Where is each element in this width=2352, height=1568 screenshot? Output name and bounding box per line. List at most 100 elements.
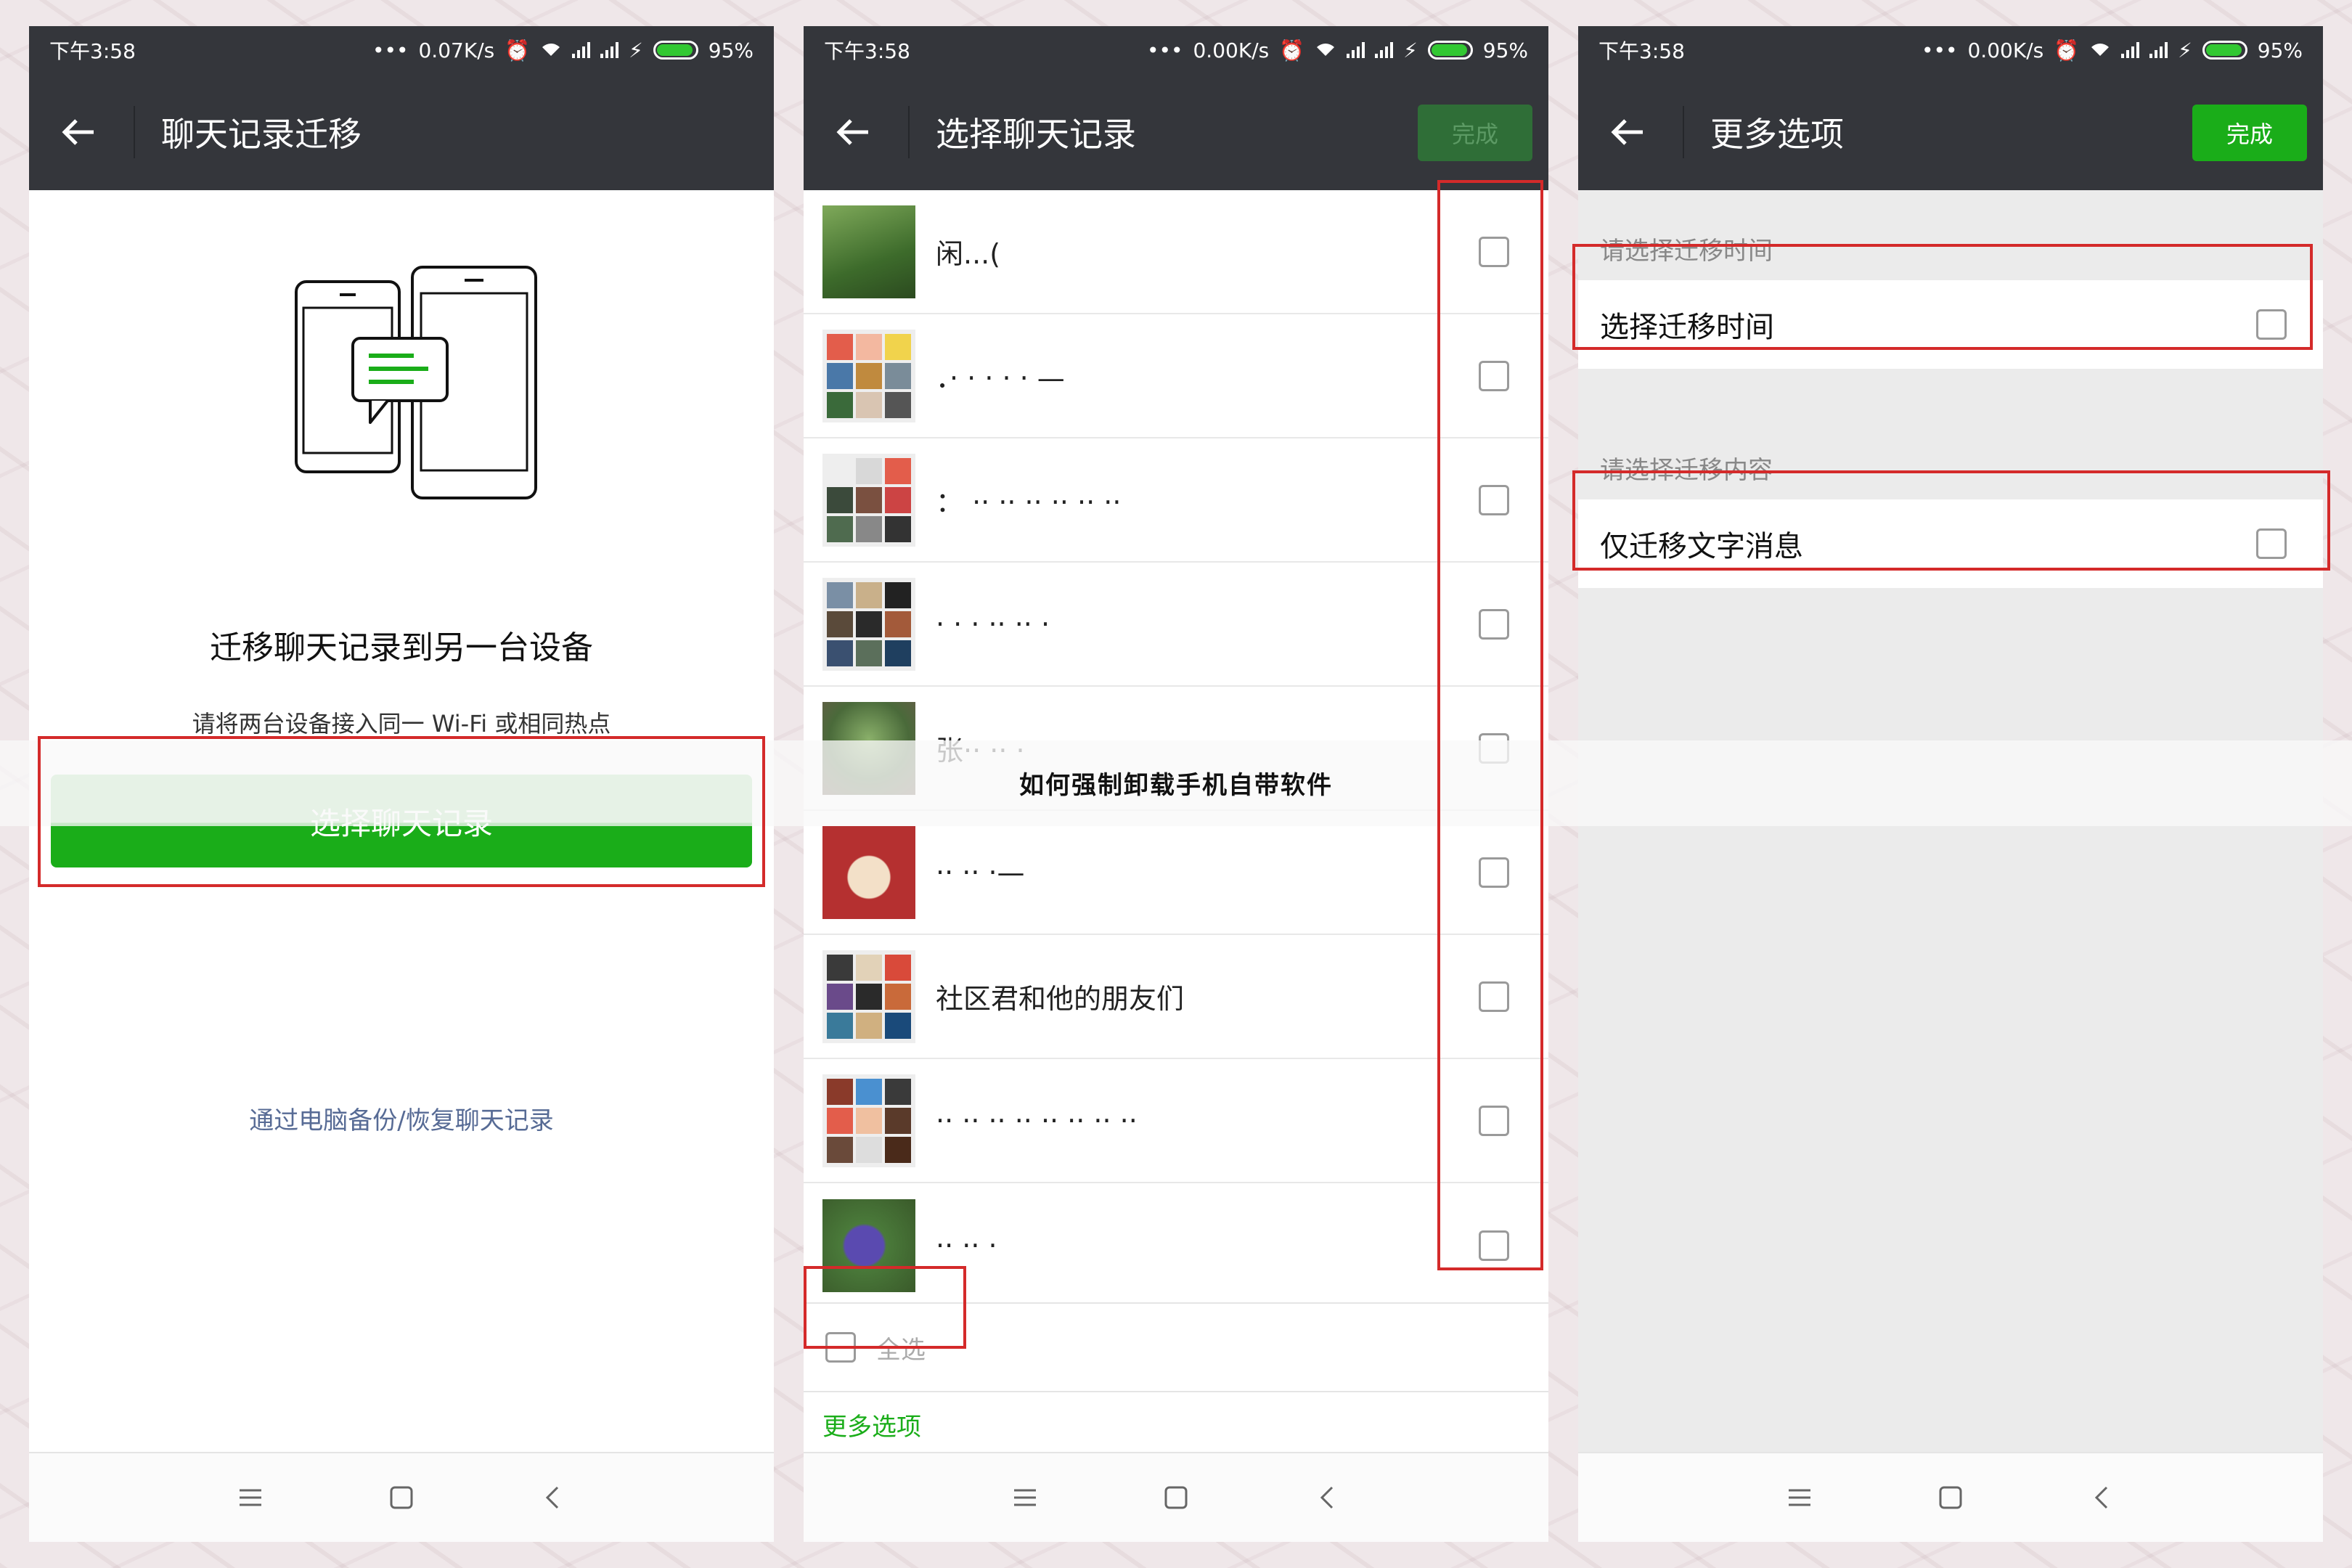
back-arrow-icon[interactable] (52, 107, 103, 158)
home-icon[interactable] (1933, 1480, 1968, 1515)
home-icon[interactable] (1159, 1480, 1193, 1515)
system-nav-bar (1578, 1452, 2323, 1542)
menu-icon[interactable] (233, 1480, 268, 1515)
menu-icon[interactable] (1008, 1480, 1042, 1515)
nav-back-icon[interactable] (1310, 1480, 1344, 1515)
battery-percent: 95% (2257, 38, 2303, 62)
migration-time-checkbox[interactable] (2256, 309, 2287, 340)
network-speed: 0.00K/s (1967, 38, 2044, 62)
chat-row[interactable]: 社区君和他的朋友们 (804, 935, 1548, 1059)
select-migration-time-row[interactable]: 选择迁移时间 (1578, 280, 2323, 369)
alarm-icon: ⏰ (505, 38, 531, 62)
pc-backup-link[interactable]: 通过电脑备份/恢复聊天记录 (29, 1101, 774, 1136)
chat-name: ： ·· ·· ·· ·· ·· ·· (936, 486, 1122, 518)
system-nav-bar (804, 1452, 1548, 1542)
done-button[interactable]: 完成 (1418, 105, 1532, 161)
appbar-divider (908, 106, 910, 158)
chat-name: 社区君和他的朋友们 (936, 983, 1185, 1015)
battery-percent: 95% (708, 38, 754, 62)
signal-icon-2 (1375, 42, 1394, 58)
signal-icon (572, 42, 591, 58)
chat-row[interactable]: ·· ·· ·· ·· ·· ·· ·· ·· (804, 1059, 1548, 1183)
select-all-row[interactable]: 全选 (804, 1302, 1548, 1392)
more-dots-icon: ••• (1146, 38, 1183, 62)
text-only-row[interactable]: 仅迁移文字消息 (1578, 499, 2323, 588)
page-title: 选择聊天记录 (936, 115, 1136, 154)
chat-name: ·· ·· ·· ·· ·· ·· ·· ·· (936, 1104, 1138, 1137)
status-bar: 下午3:58 ••• 0.07K/s ⏰ ⚡ 95% (29, 26, 774, 74)
migrate-heading: 迁移聊天记录到另一台设备 (210, 629, 593, 666)
alarm-icon: ⏰ (1279, 38, 1305, 62)
wifi-instruction: 请将两台设备接入同一 Wi-Fi 或相同热点 (192, 710, 611, 738)
option-label: 选择迁移时间 (1600, 311, 1774, 344)
signal-icon (2121, 42, 2140, 58)
chat-checkbox[interactable] (1479, 360, 1509, 391)
chat-checkbox[interactable] (1479, 1230, 1509, 1261)
chat-checkbox[interactable] (1479, 608, 1509, 640)
chat-row[interactable]: · · · ·· ·· · (804, 563, 1548, 687)
battery-icon (653, 41, 698, 60)
migration-content-section-label: 请选择迁移内容 (1600, 456, 1773, 485)
charging-icon: ⚡ (1403, 38, 1418, 62)
wifi-icon (540, 38, 562, 62)
wifi-icon (2089, 38, 2111, 62)
caption-text: 如何强制卸载手机自带软件 (1019, 771, 1333, 800)
status-bar: 下午3:58 ••• 0.00K/s ⏰ ⚡ 95% (804, 26, 1548, 74)
home-icon[interactable] (384, 1480, 419, 1515)
status-time: 下午3:58 (49, 39, 136, 63)
signal-icon-2 (600, 42, 619, 58)
more-dots-icon: ••• (372, 38, 409, 62)
battery-percent: 95% (1482, 38, 1528, 62)
system-nav-bar (29, 1452, 774, 1542)
wifi-icon (1315, 38, 1336, 62)
more-options-link[interactable]: 更多选项 (822, 1407, 921, 1442)
select-all-label: 全选 (876, 1335, 926, 1365)
group-avatar (822, 950, 915, 1043)
network-speed: 0.07K/s (418, 38, 495, 62)
avatar (822, 825, 915, 919)
back-arrow-icon[interactable] (1601, 107, 1652, 158)
nav-back-icon[interactable] (535, 1480, 570, 1515)
app-bar: 选择聊天记录 完成 (804, 74, 1548, 190)
group-avatar (822, 577, 915, 671)
charging-icon: ⚡ (629, 38, 643, 62)
text-only-checkbox[interactable] (2256, 528, 2287, 559)
chat-checkbox[interactable] (1479, 236, 1509, 267)
chat-row[interactable]: ： ·· ·· ·· ·· ·· ·· (804, 438, 1548, 563)
chat-checkbox[interactable] (1479, 484, 1509, 515)
nav-back-icon[interactable] (2084, 1480, 2119, 1515)
select-all-checkbox[interactable] (825, 1332, 856, 1363)
appbar-divider (134, 106, 135, 158)
migration-time-section-label: 请选择迁移时间 (1600, 237, 1773, 266)
chat-name: ·· ·· ·— (936, 856, 1025, 889)
chat-row[interactable]: 闲...( (804, 190, 1548, 314)
chat-checkbox[interactable] (1479, 857, 1509, 888)
app-bar: 更多选项 完成 (1578, 74, 2323, 190)
page-title: 更多选项 (1710, 115, 1844, 154)
option-label: 仅迁移文字消息 (1600, 530, 1803, 563)
menu-icon[interactable] (1782, 1480, 1817, 1515)
group-avatar (822, 329, 915, 422)
battery-icon (1427, 41, 1473, 60)
done-button[interactable]: 完成 (2192, 105, 2307, 161)
chat-row[interactable]: ·· ·· · (804, 1183, 1548, 1307)
status-time: 下午3:58 (1598, 39, 1685, 63)
two-phones-illustration (254, 266, 544, 530)
group-avatar (822, 453, 915, 547)
status-bar: 下午3:58 ••• 0.00K/s ⏰ ⚡ 95% (1578, 26, 2323, 74)
charging-icon: ⚡ (2178, 38, 2192, 62)
page-title: 聊天记录迁移 (161, 115, 362, 154)
back-arrow-icon[interactable] (827, 107, 878, 158)
chat-row[interactable]: ·· ·· ·— (804, 811, 1548, 935)
chat-row[interactable]: ．· · · · · — (804, 314, 1548, 438)
more-dots-icon: ••• (1921, 38, 1958, 62)
status-time: 下午3:58 (824, 39, 910, 63)
chat-checkbox[interactable] (1479, 981, 1509, 1012)
chat-checkbox[interactable] (1479, 1105, 1509, 1136)
battery-icon (2202, 41, 2247, 60)
avatar (822, 205, 915, 298)
chat-name: · · · ·· ·· · (936, 608, 1050, 640)
chat-name: ·· ·· · (936, 1229, 997, 1262)
chat-name: ．· · · · · — (936, 362, 1065, 394)
signal-icon (1347, 42, 1365, 58)
